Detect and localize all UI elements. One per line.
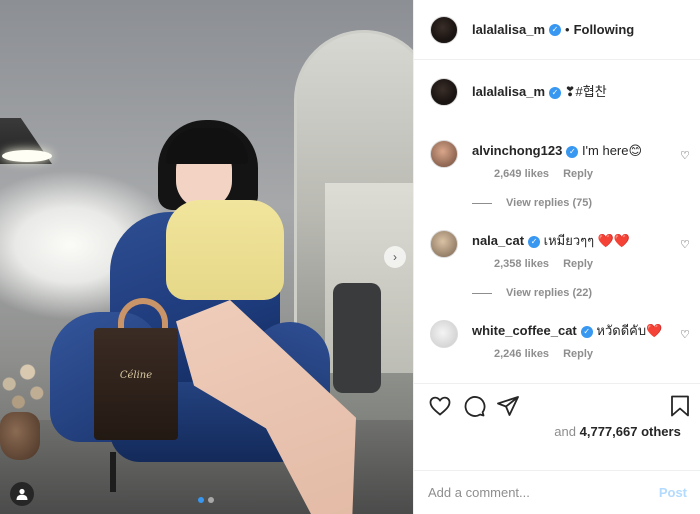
next-photo-button[interactable]: ›	[384, 246, 406, 268]
likes-prefix: and	[554, 424, 576, 439]
comment-text: I'm here😊	[581, 143, 643, 158]
add-comment-bar: Post	[414, 470, 700, 514]
comment-text: หวัดดีคับ❤️	[596, 323, 663, 338]
view-replies-button[interactable]: View replies (75)	[472, 197, 592, 209]
share-icon[interactable]	[496, 394, 520, 418]
carousel-dot-active	[198, 497, 204, 503]
verified-badge-icon: ✓	[528, 235, 541, 248]
separator-dot: •	[565, 22, 570, 37]
comment-username[interactable]: alvinchong123	[472, 143, 562, 158]
add-comment-input[interactable]	[428, 485, 659, 500]
caption: lalalalisa_m ✓ ❣#협찬	[472, 78, 607, 106]
comment-row: nala_cat ✓ เหมียวๆๆ ❤️❤️	[430, 230, 690, 258]
comment-icon[interactable]	[462, 394, 486, 418]
bag-brand-label: Céline	[119, 370, 153, 381]
handbag	[94, 328, 178, 440]
verified-badge-icon: ✓	[566, 145, 579, 158]
verified-badge-icon: ✓	[549, 86, 561, 99]
reply-button[interactable]: Reply	[563, 348, 593, 360]
comment-meta: 2,358 likes Reply	[494, 258, 593, 270]
plant-pot	[0, 412, 40, 460]
comment-body: white_coffee_cat ✓ หวัดดีคับ❤️	[472, 322, 662, 348]
view-replies-label: View replies (75)	[506, 197, 593, 209]
lamp-light	[2, 150, 52, 162]
plant	[0, 360, 46, 470]
avatar[interactable]	[430, 140, 458, 168]
user-tag-icon	[16, 488, 28, 500]
comment-body: nala_cat ✓ เหมียวๆๆ ❤️❤️	[472, 232, 630, 258]
comment-row: alvinchong123 ✓ I'm here😊	[430, 140, 690, 168]
action-bar	[414, 383, 700, 423]
avatar[interactable]	[430, 78, 458, 106]
plant-leaves	[0, 360, 46, 420]
comment-likes: 2,246 likes	[494, 348, 550, 360]
reflected-chair	[333, 283, 381, 393]
bookmark-icon[interactable]	[668, 394, 692, 418]
comments-list[interactable]: lalalalisa_m ✓ ❣#협찬 alvinchong123 ✓ I'm he…	[414, 61, 700, 383]
chevron-right-icon: ›	[393, 250, 397, 264]
comment-like-heart-icon[interactable]: ♡	[680, 149, 690, 162]
user-tag-button[interactable]	[10, 482, 34, 506]
avatar[interactable]	[430, 230, 458, 258]
verified-badge-icon: ✓	[549, 23, 561, 36]
comment-like-heart-icon[interactable]: ♡	[680, 328, 690, 341]
comment-like-heart-icon[interactable]: ♡	[680, 238, 690, 251]
caption-row: lalalalisa_m ✓ ❣#협찬	[430, 78, 690, 106]
post-photo[interactable]: Céline ›	[0, 0, 413, 514]
post-header: lalalalisa_m ✓ • Following	[414, 0, 700, 60]
likes-count[interactable]: 4,777,667 others	[580, 424, 681, 439]
verified-badge-icon: ✓	[580, 325, 593, 338]
comment-row: white_coffee_cat ✓ หวัดดีคับ❤️	[430, 320, 690, 348]
post-side-panel: lalalalisa_m ✓ • Following lalalalisa_m ✓…	[413, 0, 700, 514]
armchair-leg	[110, 452, 116, 492]
view-replies-line	[472, 202, 492, 204]
following-button[interactable]: Following	[574, 22, 635, 37]
avatar[interactable]	[430, 320, 458, 348]
comment-body: alvinchong123 ✓ I'm here😊	[472, 142, 642, 168]
caption-username[interactable]: lalalalisa_m	[472, 84, 545, 99]
comment-username[interactable]: nala_cat	[472, 233, 524, 248]
likes-summary: and 4,777,667 others	[430, 424, 681, 439]
view-replies-label: View replies (22)	[506, 287, 593, 299]
author-username[interactable]: lalalalisa_m	[472, 22, 545, 37]
comment-meta: 2,649 likes Reply	[494, 168, 593, 180]
heart-icon[interactable]	[428, 394, 452, 418]
caption-text: ❣#협찬	[564, 84, 607, 99]
carousel-dot	[208, 497, 214, 503]
comment-likes: 2,649 likes	[494, 168, 550, 180]
comment-likes: 2,358 likes	[494, 258, 550, 270]
reply-button[interactable]: Reply	[563, 168, 593, 180]
avatar[interactable]	[430, 15, 458, 44]
carousel-indicator	[198, 497, 214, 503]
yellow-top	[166, 200, 284, 300]
comment-text: เหมียวๆๆ ❤️❤️	[543, 233, 631, 248]
comment-meta: 2,246 likes Reply	[494, 348, 593, 360]
reply-button[interactable]: Reply	[563, 258, 593, 270]
view-replies-button[interactable]: View replies (22)	[472, 287, 592, 299]
post-comment-button[interactable]: Post	[659, 485, 687, 500]
comment-username[interactable]: white_coffee_cat	[472, 323, 577, 338]
view-replies-line	[472, 292, 492, 294]
